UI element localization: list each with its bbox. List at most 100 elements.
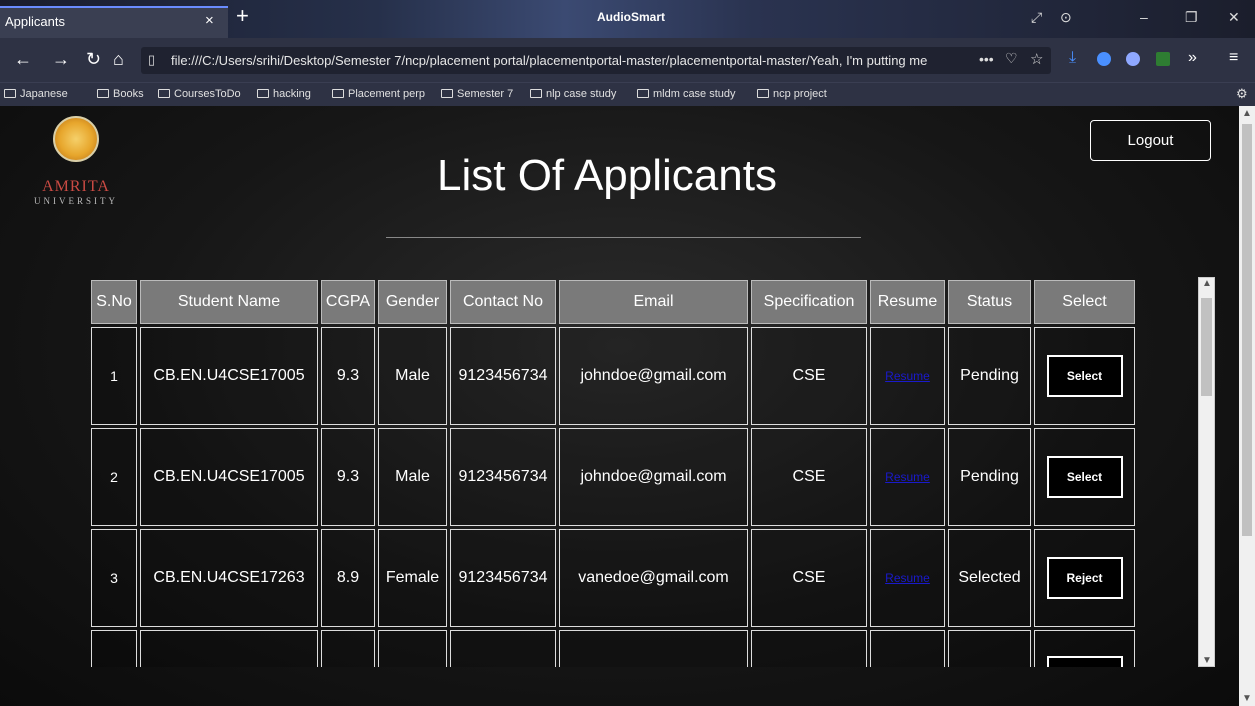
folder-icon bbox=[530, 89, 542, 98]
folder-icon bbox=[757, 89, 769, 98]
resume-link[interactable]: Resume bbox=[885, 571, 930, 585]
restore-icon[interactable]: ❐ bbox=[1185, 9, 1198, 26]
cell-sno: 2 bbox=[91, 428, 137, 526]
table-row: 3 CB.EN.U4CSE17263 8.9 Female 9123456734… bbox=[91, 529, 1135, 627]
header-resume: Resume bbox=[870, 280, 945, 324]
bookmark-mldm-case-study[interactable]: mldm case study bbox=[637, 88, 736, 100]
folder-icon bbox=[257, 89, 269, 98]
bookmark-hacking[interactable]: hacking bbox=[257, 88, 311, 100]
header-email: Email bbox=[559, 280, 748, 324]
tab-applicants[interactable]: Applicants × bbox=[0, 6, 228, 38]
folder-icon bbox=[441, 89, 453, 98]
new-tab-icon[interactable]: + bbox=[236, 3, 249, 29]
bookmarks-bar: Japanese Books CoursesToDo hacking Place… bbox=[0, 82, 1255, 106]
cell-sno: 1 bbox=[91, 327, 137, 425]
header-select: Select bbox=[1034, 280, 1135, 324]
bookmark-books[interactable]: Books bbox=[97, 88, 144, 100]
home-icon[interactable]: ⌂ bbox=[113, 49, 124, 70]
bookmark-semester-7[interactable]: Semester 7 bbox=[441, 88, 513, 100]
expand-icon[interactable]: ⤢ bbox=[1031, 9, 1042, 26]
extension-2-icon[interactable] bbox=[1126, 52, 1140, 66]
page-content: AMRITA UNIVERSITY List Of Applicants Log… bbox=[0, 106, 1239, 706]
table-row bbox=[91, 630, 1135, 667]
page-icon: ▯ bbox=[148, 52, 156, 67]
scroll-down-icon[interactable]: ▼ bbox=[1202, 655, 1212, 666]
cell-select: Select bbox=[1034, 327, 1135, 425]
cell-cgpa: 9.3 bbox=[321, 327, 375, 425]
select-button[interactable]: Select bbox=[1046, 456, 1123, 498]
reload-icon[interactable]: ↻ bbox=[86, 49, 101, 70]
bookmark-ncp-project[interactable]: ncp project bbox=[757, 88, 827, 100]
cell-student-name: CB.EN.U4CSE17005 bbox=[140, 428, 318, 526]
cell-select: Select bbox=[1034, 428, 1135, 526]
window-scrollbar[interactable]: ▲ ▼ bbox=[1239, 106, 1255, 706]
back-icon[interactable]: ← bbox=[14, 49, 32, 70]
folder-icon bbox=[332, 89, 344, 98]
cell-email: johndoe@gmail.com bbox=[559, 327, 748, 425]
extension-1-icon[interactable] bbox=[1097, 52, 1111, 66]
header-cgpa: CGPA bbox=[321, 280, 375, 324]
pocket-icon[interactable]: ♡ bbox=[1005, 50, 1018, 67]
resume-link[interactable]: Resume bbox=[885, 369, 930, 383]
page-title: List Of Applicants bbox=[437, 151, 777, 200]
header-gender: Gender bbox=[378, 280, 447, 324]
cell-status: Pending bbox=[948, 428, 1031, 526]
download-icon[interactable]: ⤓ bbox=[1069, 49, 1076, 67]
applicants-table: S.No Student Name CGPA Gender Contact No… bbox=[88, 277, 1138, 667]
header-specification: Specification bbox=[751, 280, 867, 324]
scroll-up-icon[interactable]: ▲ bbox=[1242, 108, 1252, 119]
url-bar[interactable]: ▯ file:///C:/Users/srihi/Desktop/Semeste… bbox=[141, 47, 1051, 74]
tab-title: Applicants bbox=[5, 14, 65, 29]
cell-specification: CSE bbox=[751, 529, 867, 627]
cell-specification: CSE bbox=[751, 428, 867, 526]
scroll-down-icon[interactable]: ▼ bbox=[1242, 693, 1252, 704]
cell-gender: Female bbox=[378, 529, 447, 627]
tab-close-icon[interactable]: × bbox=[205, 12, 214, 29]
table-scrollbar[interactable]: ▲ ▼ bbox=[1198, 277, 1215, 667]
forward-icon[interactable]: → bbox=[52, 49, 70, 70]
page-actions-icon[interactable]: ••• bbox=[979, 51, 994, 67]
folder-icon bbox=[4, 89, 16, 98]
bookmark-placement-perp[interactable]: Placement perp bbox=[332, 88, 425, 100]
bookmark-coursestodo[interactable]: CoursesToDo bbox=[158, 88, 241, 100]
extension-3-icon[interactable] bbox=[1156, 52, 1170, 66]
bookmark-nlp-case-study[interactable]: nlp case study bbox=[530, 88, 616, 100]
header-sno: S.No bbox=[91, 280, 137, 324]
cell-select bbox=[1034, 630, 1135, 667]
cell-select: Reject bbox=[1034, 529, 1135, 627]
url-text[interactable]: file:///C:/Users/srihi/Desktop/Semester … bbox=[171, 53, 961, 68]
header-contact-no: Contact No bbox=[450, 280, 556, 324]
reject-button[interactable]: Reject bbox=[1046, 557, 1123, 599]
minimize-icon[interactable]: – bbox=[1140, 9, 1148, 25]
applicants-table-container: S.No Student Name CGPA Gender Contact No… bbox=[88, 277, 1141, 667]
cell-specification: CSE bbox=[751, 327, 867, 425]
close-window-icon[interactable]: ✕ bbox=[1228, 9, 1240, 26]
cell-resume: Resume bbox=[870, 428, 945, 526]
bookmark-japanese[interactable]: Japanese bbox=[4, 88, 68, 100]
table-scroll-thumb[interactable] bbox=[1201, 298, 1212, 396]
app-title: AudioSmart bbox=[597, 10, 666, 24]
window-scroll-thumb[interactable] bbox=[1242, 124, 1252, 536]
overflow-menu-icon[interactable]: » bbox=[1188, 49, 1197, 67]
logout-button[interactable]: Logout bbox=[1090, 120, 1211, 161]
cell-contact: 9123456734 bbox=[450, 428, 556, 526]
folder-icon bbox=[637, 89, 649, 98]
cell-resume: Resume bbox=[870, 529, 945, 627]
bookmark-star-icon[interactable]: ☆ bbox=[1030, 50, 1043, 68]
extension-icon[interactable]: ⚙ bbox=[1236, 86, 1248, 102]
folder-icon bbox=[97, 89, 109, 98]
cell-contact: 9123456734 bbox=[450, 327, 556, 425]
resume-link[interactable]: Resume bbox=[885, 470, 930, 484]
cell-cgpa: 8.9 bbox=[321, 529, 375, 627]
cell-cgpa: 9.3 bbox=[321, 428, 375, 526]
select-button[interactable] bbox=[1046, 655, 1123, 667]
account-icon[interactable]: ⊙ bbox=[1060, 9, 1072, 26]
hamburger-menu-icon[interactable]: ≡ bbox=[1229, 49, 1238, 67]
table-row: 2 CB.EN.U4CSE17005 9.3 Male 9123456734 j… bbox=[91, 428, 1135, 526]
scroll-up-icon[interactable]: ▲ bbox=[1202, 278, 1212, 289]
cell-student-name: CB.EN.U4CSE17263 bbox=[140, 529, 318, 627]
cell-email: johndoe@gmail.com bbox=[559, 428, 748, 526]
table-row: 1 CB.EN.U4CSE17005 9.3 Male 9123456734 j… bbox=[91, 327, 1135, 425]
select-button[interactable]: Select bbox=[1046, 355, 1123, 397]
header-status: Status bbox=[948, 280, 1031, 324]
